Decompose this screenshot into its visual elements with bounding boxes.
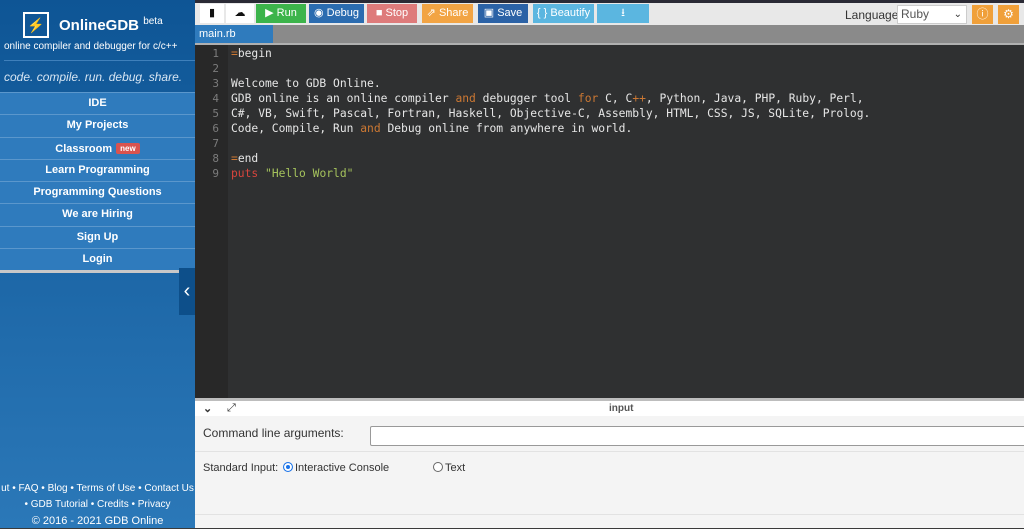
language-label: Language	[845, 8, 899, 22]
code-token: debugger tool	[475, 92, 578, 105]
settings-button[interactable]: ⚙	[998, 5, 1019, 24]
play-icon: ▶	[265, 7, 274, 19]
code-token: and	[455, 92, 476, 105]
info-button[interactable]: ⓘ	[972, 5, 993, 24]
radio-icon[interactable]	[283, 462, 293, 472]
divider	[195, 451, 1024, 452]
new-badge: new	[116, 142, 140, 154]
code-token: ++	[632, 92, 646, 105]
gear-icon: ⚙	[1003, 7, 1014, 21]
tagline: online compiler and debugger for c/c++	[4, 41, 178, 52]
line-number: 5	[212, 107, 219, 120]
code-token: end	[237, 152, 259, 165]
code-line: C#, VB, Swift, Pascal, Fortran, Haskell,…	[231, 107, 870, 120]
panel-title: input	[609, 403, 634, 414]
footer-links-2[interactable]: • GDB Tutorial • Credits • Privacy	[0, 497, 195, 513]
sidebar-item-ide[interactable]: IDE	[0, 92, 195, 115]
copyright: © 2016 - 2021 GDB Online	[31, 515, 164, 527]
line-number: 2	[212, 62, 219, 75]
chevron-down-icon: ⌄	[953, 9, 962, 20]
sidebar-item-programming-questions[interactable]: Programming Questions	[0, 181, 195, 204]
file-tabs: main.rb	[195, 25, 1024, 45]
footer-links-1[interactable]: ut • FAQ • Blog • Terms of Use • Contact…	[0, 481, 195, 497]
code-editor[interactable]: 123456789 =begin Welcome to GDB Online. GD…	[195, 45, 1024, 398]
save-button[interactable]: ▣ Save	[478, 4, 528, 23]
expand-icon[interactable]: ⤢	[227, 402, 236, 415]
upload-button[interactable]: ☁	[226, 4, 254, 23]
share-icon: ⇗	[426, 7, 436, 19]
code-line: =begin	[231, 47, 272, 60]
line-number: 9	[212, 167, 219, 180]
line-number: 4	[212, 92, 219, 105]
sidebar-item-classroom[interactable]: Classroom new	[0, 136, 195, 159]
code-token: Debug online from anywhere in world.	[380, 122, 633, 135]
input-panel-header: ⌄ ⤢ input	[195, 401, 1024, 416]
save-icon: ▣	[483, 7, 495, 19]
radio-text[interactable]: Text	[433, 462, 465, 474]
sidebar-item-we-are-hiring[interactable]: We are Hiring	[0, 203, 195, 226]
code-line: puts "Hello World"	[231, 167, 353, 180]
code-token: and	[360, 122, 381, 135]
beta-label: beta	[143, 16, 163, 27]
sidebar: ⚡ OnlineGDB beta online compiler and deb…	[0, 0, 199, 529]
code-token: C, C	[598, 92, 633, 105]
code-token: for	[577, 92, 599, 105]
line-number: 8	[212, 152, 219, 165]
code-token: "Hello World"	[265, 167, 354, 180]
sidebar-item-sign-up[interactable]: Sign Up	[0, 225, 195, 249]
collapse-panel-icon[interactable]: ⌄	[203, 402, 212, 415]
code-line: =end	[231, 152, 258, 165]
footer: ut • FAQ • Blog • Terms of Use • Contact…	[0, 481, 195, 529]
language-select[interactable]: Ruby ⌄	[897, 5, 967, 24]
code-token: Welcome to GDB Online.	[231, 77, 381, 90]
code-token: begin	[237, 47, 272, 60]
code-token: Code, Compile, Run	[231, 122, 361, 135]
code-line: GDB online is an online compiler and deb…	[231, 92, 864, 105]
sidebar-item-my-projects[interactable]: My Projects	[0, 114, 195, 137]
code-token: =	[231, 47, 238, 60]
line-number: 7	[212, 137, 219, 150]
chevron-left-icon: ‹	[183, 280, 191, 302]
file-icon: ▮	[208, 7, 216, 19]
collapse-sidebar-button[interactable]: ‹	[179, 268, 195, 315]
divider	[195, 514, 1024, 515]
radio-icon[interactable]	[433, 462, 443, 472]
sidebar-menu: IDE My Projects Classroom new Learn Programm…	[0, 92, 195, 274]
sidebar-item-learn-programming[interactable]: Learn Programming	[0, 158, 195, 182]
stop-button[interactable]: ■ Stop	[367, 4, 417, 23]
code-token: GDB online is an online compiler	[231, 92, 456, 105]
beautify-button[interactable]: { } Beautify	[533, 4, 594, 23]
code-line: Code, Compile, Run and Debug online from…	[231, 122, 632, 135]
new-file-button[interactable]: ▮	[200, 4, 224, 23]
stdin-label: Standard Input:	[203, 462, 279, 474]
code-token: C#, VB, Swift, Pascal, Fortran, Haskell,…	[231, 107, 871, 120]
cloud-upload-icon: ☁	[234, 7, 246, 19]
code-token: puts	[231, 167, 259, 180]
code-line: Welcome to GDB Online.	[231, 77, 381, 90]
download-icon: ⭳	[621, 7, 625, 19]
cmd-args-label: Command line arguments:	[203, 426, 344, 440]
download-button[interactable]: ⭳	[597, 4, 649, 23]
motto: code. compile. run. debug. share.	[4, 60, 199, 84]
line-number: 6	[212, 122, 219, 135]
share-button[interactable]: ⇗ Share	[422, 4, 473, 23]
line-number: 3	[212, 77, 219, 90]
info-icon: ⓘ	[976, 7, 989, 21]
debug-button[interactable]: ◉ Debug	[309, 4, 364, 23]
line-number: 1	[212, 47, 219, 60]
logo-icon[interactable]: ⚡	[23, 12, 49, 38]
run-button[interactable]: ▶ Run	[256, 4, 306, 23]
input-panel: ⌄ ⤢ input Command line arguments: Standa…	[195, 398, 1024, 528]
code-token: , Python, Java, PHP, Ruby, Perl,	[645, 92, 864, 105]
radio-interactive-console[interactable]: Interactive Console	[283, 462, 389, 474]
code-token: =	[231, 152, 238, 165]
line-gutter: 1 2 3 4 5 6 7 8 9	[195, 45, 228, 398]
cmd-args-input[interactable]	[370, 426, 1024, 446]
sidebar-item-login[interactable]: Login	[0, 248, 195, 271]
debug-icon: ◉	[313, 7, 324, 19]
brand-name[interactable]: OnlineGDB beta	[59, 16, 163, 34]
tab-main-rb[interactable]: main.rb	[195, 25, 273, 43]
stop-icon: ■	[375, 7, 383, 19]
